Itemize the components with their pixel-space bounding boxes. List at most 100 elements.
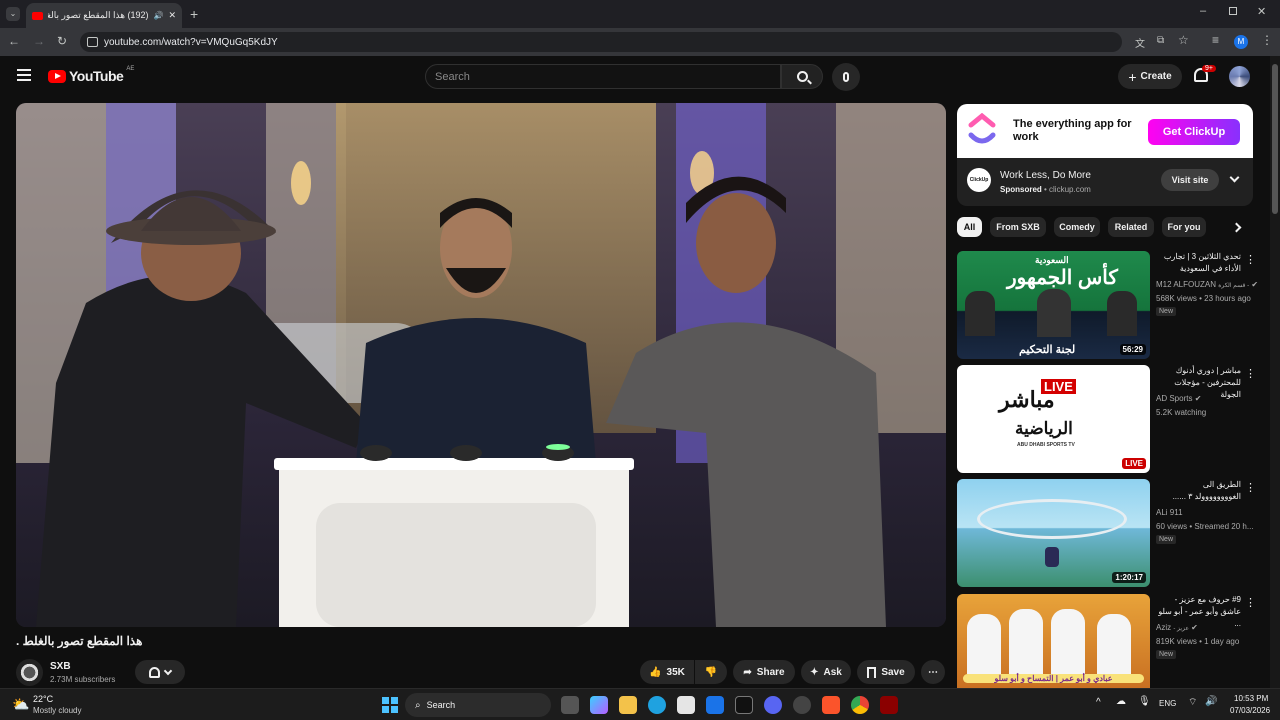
edge-icon[interactable] xyxy=(648,696,666,714)
search-placeholder: Search xyxy=(435,70,470,83)
app-icon[interactable] xyxy=(793,696,811,714)
more-actions-button[interactable]: ⋯ xyxy=(921,660,945,684)
store-icon[interactable] xyxy=(677,696,695,714)
thumbnail-person xyxy=(1051,609,1085,674)
chevron-right-icon[interactable] xyxy=(1231,222,1242,233)
bell-icon xyxy=(149,666,160,678)
adobe-icon[interactable] xyxy=(880,696,898,714)
recommendation-item[interactable]: 1:20:17 الطريق الى الغوووووووولد ٣ .....… xyxy=(957,479,1267,587)
channel-avatar[interactable] xyxy=(16,659,43,686)
voice-search-button[interactable] xyxy=(832,63,860,91)
hamburger-menu-icon[interactable] xyxy=(17,69,31,81)
capcut-icon[interactable] xyxy=(735,696,753,714)
search-input[interactable]: Search xyxy=(425,64,781,89)
mail-icon[interactable] xyxy=(706,696,724,714)
reading-list-icon[interactable]: ≡ xyxy=(1212,33,1219,47)
forward-icon[interactable]: → xyxy=(33,34,45,48)
cast-icon[interactable]: ⧉ xyxy=(1157,35,1164,46)
channel-suffix: - عزيز xyxy=(1173,626,1189,632)
channel-name[interactable]: SXB xyxy=(50,661,71,672)
recommendation-title[interactable]: تحدي الثلاثين 3 | تجارب الأداء في السعود… xyxy=(1156,251,1241,275)
network-icon[interactable]: ☁ xyxy=(1116,696,1126,707)
thumbnail-person xyxy=(1009,609,1043,674)
browser-menu-icon[interactable]: ⋮ xyxy=(1261,33,1273,47)
chrome-icon[interactable] xyxy=(851,696,869,714)
wifi-icon[interactable]: ⌔ xyxy=(1188,696,1197,709)
thumbnail-person xyxy=(1037,289,1071,337)
recommendation-thumbnail[interactable]: LIVE مباشر الرياضية ABU DHABI SPORTS TV … xyxy=(957,365,1150,473)
create-button[interactable]: + Create xyxy=(1118,64,1182,89)
duration-badge: 56:29 xyxy=(1119,344,1146,355)
search-button[interactable] xyxy=(781,64,823,89)
get-clickup-button[interactable]: Get ClickUp xyxy=(1148,119,1240,145)
browser-tab[interactable]: (192) هذا المقطع تصور بالغلط 🔊 ✕ xyxy=(26,3,182,28)
copilot-icon[interactable] xyxy=(590,696,608,714)
microphone-icon[interactable]: 🎙 xyxy=(1138,696,1151,707)
weather-icon[interactable]: ⛅ xyxy=(12,696,29,713)
volume-icon[interactable]: 🔊 xyxy=(1205,696,1217,707)
recommendation-thumbnail[interactable]: السعودية كأس الجمهور لجنة التحكيم 56:29 xyxy=(957,251,1150,359)
reload-icon[interactable]: ↻ xyxy=(57,34,67,48)
taskbar-search[interactable]: ⌕ Search xyxy=(405,693,551,717)
user-avatar[interactable] xyxy=(1229,66,1250,87)
scrollbar-thumb[interactable] xyxy=(1272,64,1278,214)
ad-card[interactable]: The everything app for work Get ClickUp … xyxy=(957,104,1253,206)
thumbnail-person xyxy=(1097,614,1131,674)
save-button[interactable]: Save xyxy=(857,660,915,684)
visit-site-button[interactable]: Visit site xyxy=(1161,169,1219,191)
chip-comedy[interactable]: Comedy xyxy=(1054,217,1100,237)
dislike-button[interactable]: 👎 xyxy=(695,660,727,684)
video-player[interactable] xyxy=(16,103,946,627)
more-options-icon[interactable]: ⋮ xyxy=(1245,367,1256,380)
more-options-icon[interactable]: ⋮ xyxy=(1245,596,1256,609)
translate-icon[interactable]: 文 xyxy=(1135,35,1145,50)
brave-icon[interactable] xyxy=(822,696,840,714)
windows-start-icon[interactable] xyxy=(382,697,398,713)
site-info-icon[interactable] xyxy=(87,37,98,47)
more-options-icon[interactable]: ⋮ xyxy=(1245,481,1256,494)
ad-banner[interactable]: The everything app for work Get ClickUp xyxy=(957,104,1253,158)
restore-icon[interactable] xyxy=(1229,7,1237,15)
chip-related[interactable]: Related xyxy=(1108,217,1154,237)
file-explorer-icon[interactable] xyxy=(619,696,637,714)
weather-temperature[interactable]: 22°C xyxy=(33,694,53,704)
back-icon[interactable]: ← xyxy=(8,34,20,48)
minimize-icon[interactable]: – xyxy=(1200,5,1206,17)
chip-from-sxb[interactable]: From SXB xyxy=(990,217,1046,237)
like-button[interactable]: 👍 35K xyxy=(640,660,694,684)
bookmark-icon xyxy=(867,666,877,678)
tab-close-icon[interactable]: ✕ xyxy=(168,10,176,21)
recommendation-title[interactable]: الطريق الى الغوووووووولد ٣ ...... xyxy=(1156,479,1241,503)
language-indicator[interactable]: ENG xyxy=(1159,699,1176,708)
channel-suffix: قسم الكرة - xyxy=(1218,283,1250,289)
more-options-icon[interactable]: ⋮ xyxy=(1245,253,1256,266)
chip-for-you[interactable]: For you xyxy=(1162,217,1206,237)
recommendation-thumbnail[interactable]: عبادي و أبو عمر | التمساح و أبو سلو xyxy=(957,594,1150,688)
tab-list-icon[interactable]: ⌄ xyxy=(6,7,20,21)
recommendation-item[interactable]: السعودية كأس الجمهور لجنة التحكيم 56:29 … xyxy=(957,251,1267,359)
chip-all[interactable]: All xyxy=(957,217,982,237)
task-view-icon[interactable] xyxy=(561,696,579,714)
recommendation-item[interactable]: LIVE مباشر الرياضية ABU DHABI SPORTS TV … xyxy=(957,365,1267,473)
subscribe-notifications-button[interactable] xyxy=(135,660,185,684)
recommendation-channel: Aziz - عزيز ✔ xyxy=(1156,623,1198,632)
thumbnail-person xyxy=(965,291,995,336)
clock-date[interactable]: 07/03/2026 xyxy=(1230,706,1270,715)
hidden-icons-chevron[interactable]: ^ xyxy=(1096,697,1101,708)
url-text: youtube.com/watch?v=VMQuGq5KdJY xyxy=(104,36,278,48)
bookmark-star-icon[interactable]: ☆ xyxy=(1178,33,1189,47)
chevron-down-icon[interactable] xyxy=(1229,172,1240,183)
close-window-icon[interactable]: ✕ xyxy=(1257,5,1266,18)
new-tab-button[interactable]: + xyxy=(190,6,198,22)
share-button[interactable]: ➦ Share xyxy=(733,660,795,684)
ask-button[interactable]: ✦ Ask xyxy=(801,660,851,684)
youtube-logo[interactable]: YouTube AE xyxy=(48,66,134,84)
discord-icon[interactable] xyxy=(764,696,782,714)
profile-avatar[interactable]: M xyxy=(1234,35,1248,49)
page-scrollbar[interactable] xyxy=(1270,56,1280,688)
sparkle-icon: ✦ xyxy=(810,666,819,678)
address-bar[interactable]: youtube.com/watch?v=VMQuGq5KdJY xyxy=(80,32,1122,52)
recommendation-item[interactable]: عبادي و أبو عمر | التمساح و أبو سلو #9 ح… xyxy=(957,594,1267,688)
recommendation-thumbnail[interactable]: 1:20:17 xyxy=(957,479,1150,587)
clock-time[interactable]: 10:53 PM xyxy=(1234,694,1268,703)
